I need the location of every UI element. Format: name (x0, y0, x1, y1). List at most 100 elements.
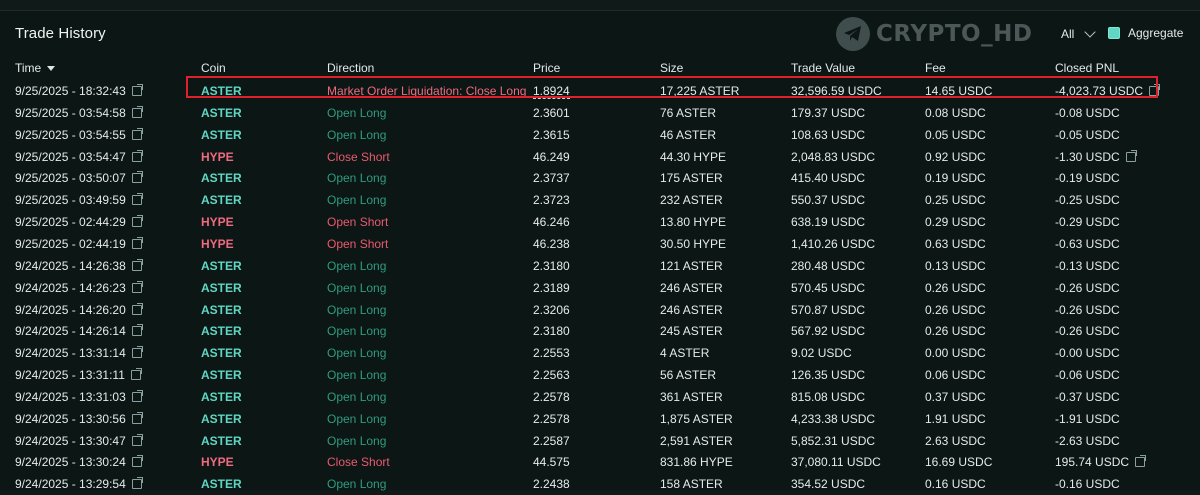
cell-direction-text: Open Short (327, 215, 389, 230)
external-link-icon[interactable] (1135, 455, 1147, 468)
external-link-icon[interactable] (131, 455, 143, 468)
cell-fee: 0.05 USDC (925, 124, 986, 146)
cell-trade-value: 108.63 USDC (791, 124, 865, 146)
cell-fee-text: 16.69 USDC (925, 455, 993, 470)
external-link-icon[interactable] (131, 149, 143, 162)
aggregate-checkbox[interactable] (1108, 27, 1120, 39)
external-link-icon[interactable] (131, 302, 143, 315)
external-link-icon[interactable] (130, 368, 142, 381)
cell-coin[interactable]: ASTER (201, 320, 242, 342)
cell-coin[interactable]: ASTER (201, 342, 242, 364)
external-link-icon[interactable] (131, 411, 143, 424)
cell-trade-value: 9.02 USDC (791, 342, 852, 364)
cell-time-text: 9/24/2025 - 13:31:03 (15, 389, 126, 404)
table-row: 9/24/2025 - 13:30:56 ASTER Open Long 2.2578… (0, 408, 1200, 430)
cell-fee-text: 14.65 USDC (925, 84, 993, 98)
cell-coin[interactable]: ASTER (201, 277, 242, 299)
cell-size-text: 56 ASTER (660, 368, 717, 383)
cell-time: 9/24/2025 - 14:26:14 (15, 320, 143, 342)
cell-closed-pnl: -0.00 USDC (1055, 342, 1120, 364)
cell-coin[interactable]: HYPE (201, 233, 234, 255)
cell-trade-value: 638.19 USDC (791, 211, 865, 233)
cell-fee: 1.91 USDC (925, 408, 986, 430)
external-link-icon[interactable] (131, 324, 143, 337)
cell-coin[interactable]: ASTER (201, 189, 242, 211)
external-link-icon[interactable] (1125, 149, 1137, 162)
cell-coin[interactable]: ASTER (201, 408, 242, 430)
external-link-icon[interactable] (131, 171, 143, 184)
cell-direction-text: Open Long (327, 346, 387, 361)
cell-direction: Open Long (327, 167, 386, 189)
cell-fee-text: 0.37 USDC (925, 389, 986, 404)
external-link-icon[interactable] (131, 433, 143, 446)
cell-fee: 0.92 USDC (925, 146, 986, 168)
cell-size-text: 13.80 HYPE (660, 215, 727, 230)
cell-time-text: 9/24/2025 - 14:26:23 (15, 280, 126, 295)
cell-price-text: 2.3189 (533, 280, 570, 295)
cell-coin[interactable]: ASTER (201, 386, 242, 408)
cell-time: 9/24/2025 - 14:26:38 (15, 255, 143, 277)
cell-closed-pnl: -1.30 USDC (1055, 146, 1137, 168)
cell-time-text: 9/25/2025 - 02:44:29 (15, 215, 126, 230)
cell-fee-text: 0.29 USDC (925, 215, 986, 230)
cell-direction-text: Open Long (327, 389, 387, 404)
cell-closed-pnl: -1.91 USDC (1055, 408, 1120, 430)
cell-coin[interactable]: ASTER (201, 299, 242, 321)
cell-fee-text: 0.13 USDC (925, 258, 986, 273)
col-header-time[interactable]: Time (15, 61, 56, 75)
external-link-icon[interactable] (131, 280, 143, 293)
cell-size-text: 30.50 HYPE (660, 236, 727, 251)
cell-direction-text: Open Short (327, 236, 389, 251)
cell-time: 9/24/2025 - 13:31:03 (15, 386, 143, 408)
external-link-icon[interactable] (131, 127, 143, 140)
cell-trade-value: 32,596.59 USDC (791, 80, 882, 102)
cell-coin[interactable]: ASTER (201, 255, 242, 277)
cell-trade-value: 2,048.83 USDC (791, 146, 875, 168)
cell-fee-text: 0.00 USDC (925, 346, 986, 361)
cell-trade-value-text: 415.40 USDC (791, 171, 866, 186)
cell-coin[interactable]: ASTER (201, 167, 242, 189)
cell-size: 4 ASTER (660, 342, 709, 364)
cell-fee: 0.13 USDC (925, 255, 986, 277)
cell-trade-value-text: 354.52 USDC (791, 477, 866, 492)
cell-coin[interactable]: HYPE (201, 146, 234, 168)
cell-price-text: 44.575 (533, 455, 570, 470)
cell-fee: 0.00 USDC (925, 342, 986, 364)
cell-time: 9/25/2025 - 03:49:59 (15, 189, 143, 211)
external-link-icon[interactable] (1149, 84, 1161, 96)
cell-size: 245 ASTER (660, 320, 723, 342)
aggregate-toggle[interactable]: Aggregate (1108, 26, 1183, 40)
external-link-icon[interactable] (131, 236, 143, 249)
cell-coin[interactable]: ASTER (201, 473, 242, 495)
external-link-icon[interactable] (131, 84, 143, 96)
cell-direction: Open Long (327, 320, 386, 342)
external-link-icon[interactable] (131, 258, 143, 271)
cell-closed-pnl-text: -0.08 USDC (1055, 105, 1120, 120)
cell-coin-text: ASTER (201, 127, 242, 142)
external-link-icon[interactable] (131, 193, 143, 206)
cell-coin[interactable]: ASTER (201, 80, 242, 102)
cell-coin-text: ASTER (201, 105, 242, 120)
cell-trade-value-text: 567.92 USDC (791, 324, 866, 339)
cell-price: 2.3206 (533, 299, 570, 321)
cell-trade-value-text: 126.35 USDC (791, 368, 866, 383)
cell-coin[interactable]: ASTER (201, 364, 242, 386)
cell-coin-text: ASTER (201, 368, 242, 383)
cell-size-text: 246 ASTER (660, 280, 723, 295)
cell-coin[interactable]: ASTER (201, 430, 242, 452)
cell-coin[interactable]: HYPE (201, 211, 234, 233)
col-header-trade-value: Trade Value (791, 61, 856, 75)
external-link-icon[interactable] (131, 105, 143, 118)
cell-price: 2.2578 (533, 386, 570, 408)
external-link-icon[interactable] (131, 346, 143, 359)
cell-coin[interactable]: HYPE (201, 451, 234, 473)
filter-dropdown[interactable]: All (1061, 26, 1097, 41)
external-link-icon[interactable] (131, 389, 143, 402)
table-row: 9/25/2025 - 18:32:43 ASTER Market Order Li… (0, 80, 1200, 102)
panel-title: Trade History (15, 25, 106, 42)
external-link-icon[interactable] (131, 477, 143, 490)
cell-coin[interactable]: ASTER (201, 124, 242, 146)
cell-price: 46.249 (533, 146, 570, 168)
external-link-icon[interactable] (131, 215, 143, 228)
cell-coin[interactable]: ASTER (201, 102, 242, 124)
